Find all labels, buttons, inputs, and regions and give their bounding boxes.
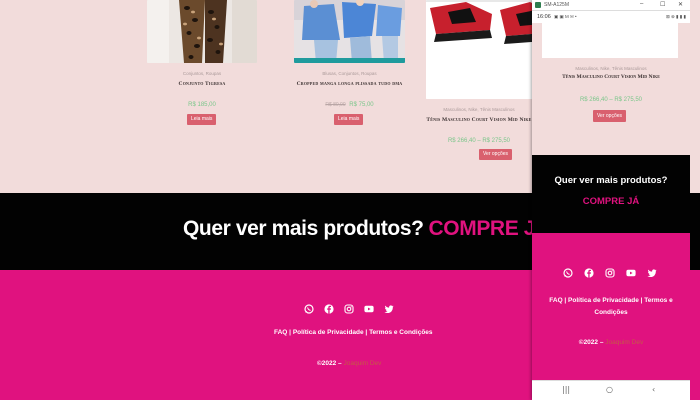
- whatsapp-icon[interactable]: [304, 304, 314, 314]
- read-more-button[interactable]: Leia mais: [187, 114, 217, 125]
- system-status-icons: ⊠ ⊗ ▮ ▮ ▮: [666, 14, 686, 19]
- whatsapp-icon[interactable]: [563, 268, 573, 278]
- window-title: SM-A125M: [544, 2, 570, 8]
- home-button[interactable]: ○: [606, 385, 613, 394]
- product-categories[interactable]: Blusas, Conjuntos, Roupas: [294, 71, 405, 76]
- cta-line: Quer ver mais produtos? COMPRE JÁ: [183, 217, 550, 247]
- product-name[interactable]: Tênis Masculino Court Vision Mid Nike: [426, 117, 532, 123]
- copyright-text: ©2022 –: [578, 339, 604, 346]
- product-name[interactable]: Conjunto Tigresa: [147, 81, 257, 87]
- status-time: 16:06: [537, 14, 551, 20]
- product-price: R$ 80,00 R$ 75,00: [294, 102, 405, 108]
- social-links: [304, 304, 394, 314]
- privacy-policy-link[interactable]: Política de Privacidade: [293, 329, 364, 336]
- recent-apps-button[interactable]: |||: [562, 385, 570, 394]
- edge-dark-band: [690, 193, 700, 270]
- copyright: ©2022 – Joaquim Dev: [532, 339, 690, 346]
- faq-link[interactable]: FAQ: [274, 329, 287, 336]
- android-nav-bar: ||| ○ ‹: [532, 380, 690, 400]
- developer-link[interactable]: Joaquim Dev: [605, 339, 643, 346]
- page-edge-strip: [690, 0, 700, 400]
- cta-question: Quer ver mais produtos?: [183, 217, 424, 240]
- instagram-icon[interactable]: [344, 304, 354, 314]
- cta-buy-now-link[interactable]: COMPRE JÁ: [532, 196, 690, 207]
- product-image[interactable]: [147, 0, 257, 63]
- product-price: R$ 185,00: [147, 102, 257, 108]
- facebook-icon[interactable]: [324, 304, 334, 314]
- read-more-button[interactable]: Leia mais: [334, 114, 364, 125]
- twitter-icon[interactable]: [647, 268, 657, 278]
- site-footer: FAQ | Política de Privacidade | Termos e…: [532, 233, 690, 380]
- phone-mirror-window[interactable]: SM-A125M – ☐ ✕ 16:06 ▣ ▣ M ✉ • ⊠ ⊗ ▮ ▮ ▮…: [532, 0, 690, 400]
- copyright: ©2022 – Joaquim Dev: [317, 360, 381, 367]
- maximize-button[interactable]: ☐: [660, 1, 665, 8]
- youtube-icon[interactable]: [364, 304, 374, 314]
- product-card[interactable]: Blusas, Conjuntos, Roupas Cropped manga …: [294, 0, 405, 130]
- product-categories[interactable]: Conjuntos, Roupas: [147, 71, 257, 76]
- see-options-button[interactable]: Ver opções: [593, 110, 627, 122]
- product-price: R$ 266,40 – R$ 275,50: [579, 97, 643, 103]
- copyright-text: ©2022 –: [317, 360, 342, 367]
- price-value: R$ 266,40 – R$ 275,50: [447, 138, 511, 144]
- product-price: R$ 266,40 – R$ 275,50: [426, 138, 532, 144]
- facebook-icon[interactable]: [584, 268, 594, 278]
- minimize-button[interactable]: –: [640, 1, 643, 7]
- instagram-icon[interactable]: [605, 268, 615, 278]
- youtube-icon[interactable]: [626, 268, 636, 278]
- close-button[interactable]: ✕: [678, 1, 683, 8]
- phone-status-bar: 16:06 ▣ ▣ M ✉ • ⊠ ⊗ ▮ ▮ ▮: [532, 11, 690, 23]
- product-card[interactable]: Conjuntos, Roupas Conjunto Tigresa R$ 18…: [147, 0, 257, 130]
- window-titlebar[interactable]: SM-A125M – ☐ ✕: [532, 0, 690, 11]
- social-links: [563, 268, 657, 278]
- product-image[interactable]: [294, 0, 405, 63]
- product-name[interactable]: Cropped manga longa plissada tudo dma: [294, 81, 405, 87]
- app-icon: [535, 2, 541, 8]
- product-image[interactable]: [542, 23, 678, 58]
- cta-question: Quer ver mais produtos?: [554, 175, 668, 186]
- twitter-icon[interactable]: [384, 304, 394, 314]
- price-value: R$ 185,00: [188, 102, 216, 108]
- footer-links: FAQ | Política de Privacidade | Termos e…: [274, 329, 433, 336]
- cta-banner: Quer ver mais produtos? COMPRE JÁ: [532, 155, 690, 233]
- old-price: R$ 80,00: [325, 102, 346, 108]
- product-name[interactable]: Tênis Masculino Court Vision Mid Nike: [532, 74, 690, 80]
- price-value: R$ 75,00: [349, 102, 374, 108]
- terms-link[interactable]: Termos e Condições: [369, 329, 432, 336]
- back-button[interactable]: ‹: [652, 385, 655, 394]
- footer-links[interactable]: FAQ | Política de Privacidade | Termos e…: [542, 295, 680, 319]
- product-categories[interactable]: Masculinos, Nike, Tênis Masculinos: [532, 66, 690, 71]
- edge-pink-band: [690, 270, 700, 400]
- developer-link[interactable]: Joaquim Dev: [343, 360, 381, 367]
- product-categories[interactable]: Masculinos, Nike, Tênis Masculinos: [426, 107, 532, 112]
- see-options-button[interactable]: Ver opções: [479, 149, 513, 160]
- notification-icons: ▣ ▣ M ✉ •: [554, 14, 577, 19]
